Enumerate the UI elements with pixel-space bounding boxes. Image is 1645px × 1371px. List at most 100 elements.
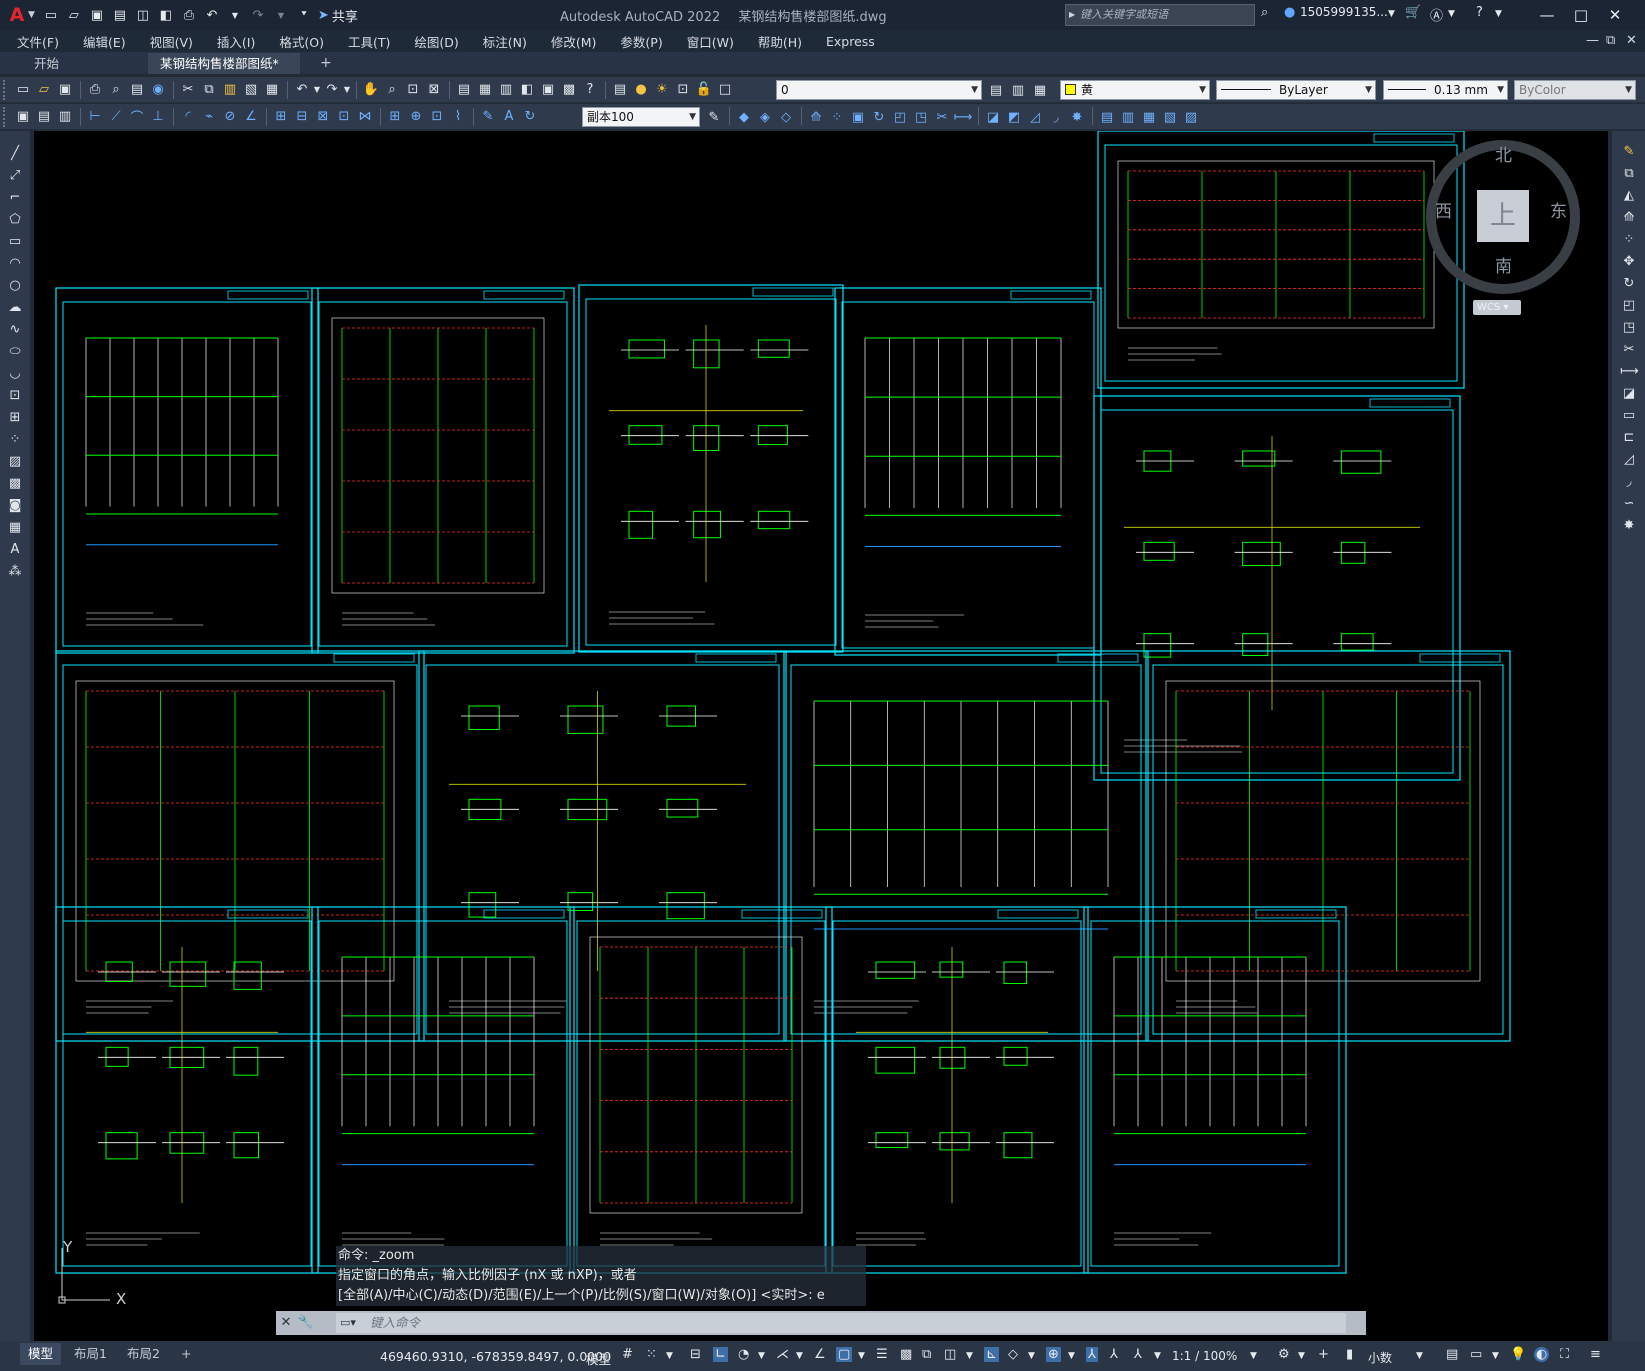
isolate-objects-icon[interactable]: 💡 bbox=[1510, 1347, 1526, 1362]
rectangle-icon[interactable]: ▭ bbox=[6, 233, 24, 251]
color-dropdown[interactable]: 黄 ▼ bbox=[1060, 80, 1210, 100]
object-snap-tracking-icon[interactable]: ∠ bbox=[814, 1347, 826, 1362]
layer-color-icon[interactable]: □ bbox=[715, 80, 735, 100]
ellipse-arc-icon[interactable]: ◡ bbox=[6, 365, 24, 383]
menu-view[interactable]: 视图(V) bbox=[150, 32, 193, 51]
search-icon[interactable]: ⌕ bbox=[1261, 5, 1268, 20]
snap-chevron-icon[interactable]: ▼ bbox=[666, 1351, 673, 1361]
lineweight-dropdown[interactable]: 0.13 mm ▼ bbox=[1383, 80, 1508, 100]
layer-states-icon[interactable]: ▦ bbox=[1030, 80, 1050, 100]
dimension-edit-icon[interactable]: ✎ bbox=[478, 107, 498, 127]
cart-icon[interactable]: 🛒 bbox=[1405, 5, 1421, 20]
wcs-menu[interactable]: WCS ▾ bbox=[1473, 300, 1521, 315]
fillet-icon[interactable]: ◞ bbox=[1046, 107, 1066, 127]
move-icon[interactable]: ✥ bbox=[1620, 253, 1638, 271]
selection-filter-icon[interactable]: ◇ bbox=[1008, 1347, 1018, 1362]
layer-properties-icon[interactable]: ▤ bbox=[610, 80, 630, 100]
object-snap-icon[interactable]: ▢ bbox=[836, 1347, 853, 1362]
undo-dropdown-icon[interactable]: ▼ bbox=[313, 80, 321, 100]
offset-icon[interactable]: ⟰ bbox=[1620, 209, 1638, 227]
menu-format[interactable]: 格式(O) bbox=[279, 32, 324, 51]
line-icon[interactable]: ╱ bbox=[6, 145, 24, 163]
hatch-icon[interactable]: ▨ bbox=[6, 453, 24, 471]
viewcube-south[interactable]: 南 bbox=[1495, 252, 1512, 277]
command-close-icon[interactable]: ✕ bbox=[276, 1313, 296, 1333]
move-icon[interactable]: ▣ bbox=[848, 107, 868, 127]
search-expand-icon[interactable]: ▶ bbox=[1069, 5, 1075, 25]
lock-ui-chevron-icon[interactable]: ▼ bbox=[1492, 1351, 1499, 1361]
mirror-icon[interactable]: ◇ bbox=[776, 107, 796, 127]
layer-on-icon[interactable]: ● bbox=[631, 80, 651, 100]
dimension-style-dropdown[interactable]: 副本100 ▼ bbox=[582, 107, 700, 127]
linear-dimension-icon[interactable]: ⊢ bbox=[85, 107, 105, 127]
mirror-icon[interactable]: ◭ bbox=[1620, 187, 1638, 205]
redo-dropdown-icon[interactable]: ▼ bbox=[343, 80, 351, 100]
undo-icon[interactable]: ↶ bbox=[292, 80, 312, 100]
customize-qat-icon[interactable]: ⯆ bbox=[294, 5, 314, 25]
redo-icon[interactable]: ↷ bbox=[322, 80, 342, 100]
search-input[interactable]: ▶ 键入关键字或短语 bbox=[1065, 4, 1255, 26]
plot-icon[interactable]: ⎙ bbox=[85, 80, 105, 100]
jogged-dimension-icon[interactable]: ⌁ bbox=[199, 107, 219, 127]
user-name[interactable]: 1505999135... bbox=[1300, 5, 1388, 19]
redo-icon[interactable]: ↷ bbox=[248, 5, 268, 25]
help-icon[interactable]: ? bbox=[580, 80, 600, 100]
scale-icon[interactable]: ◰ bbox=[890, 107, 910, 127]
open-icon[interactable]: ▱ bbox=[34, 80, 54, 100]
plot-preview-icon[interactable]: ⌕ bbox=[106, 80, 126, 100]
break-at-point-icon[interactable]: ◪ bbox=[1620, 385, 1638, 403]
zoom-window-icon[interactable]: ⊡ bbox=[403, 80, 423, 100]
fillet-icon[interactable]: ◞ bbox=[1620, 473, 1638, 491]
new-file-icon[interactable]: ▭ bbox=[41, 5, 61, 25]
paste-icon[interactable]: ▥ bbox=[220, 80, 240, 100]
cut-icon[interactable]: ✂ bbox=[178, 80, 198, 100]
help-chevron-icon[interactable]: ▼ bbox=[1495, 9, 1502, 19]
toolbar-grip[interactable] bbox=[3, 79, 9, 100]
doc-restore-icon[interactable]: ⧉ bbox=[1606, 33, 1615, 48]
grid-icon[interactable]: # bbox=[622, 1347, 633, 1362]
erase-icon[interactable]: ◆ bbox=[734, 107, 754, 127]
save-web-icon[interactable]: ◧ bbox=[156, 5, 176, 25]
tab-start[interactable]: 开始 bbox=[22, 53, 71, 74]
text-front-icon[interactable]: ▧ bbox=[1160, 107, 1180, 127]
filter-chevron-icon[interactable]: ▼ bbox=[1028, 1351, 1035, 1361]
array-icon[interactable]: ⁘ bbox=[827, 107, 847, 127]
save-icon[interactable]: ▣ bbox=[55, 80, 75, 100]
save-icon[interactable]: ▣ bbox=[87, 5, 107, 25]
snap-icon[interactable]: ⁙ bbox=[646, 1347, 657, 1362]
sheet-set-icon[interactable]: ◧ bbox=[517, 80, 537, 100]
auto-scale-icon[interactable]: ⅄ bbox=[1110, 1347, 1118, 1362]
offset-icon[interactable]: ⟰ bbox=[806, 107, 826, 127]
redo-dropdown-icon[interactable]: ▼ bbox=[271, 5, 291, 25]
lock-ui-icon[interactable]: ▭ bbox=[1470, 1347, 1482, 1362]
scale-chevron-icon[interactable]: ▼ bbox=[1250, 1351, 1257, 1361]
layer-previous-icon[interactable]: ▥ bbox=[1008, 80, 1028, 100]
menu-help[interactable]: 帮助(H) bbox=[758, 32, 802, 51]
menu-file[interactable]: 文件(F) bbox=[17, 32, 59, 51]
angular-dimension-icon[interactable]: ∠ bbox=[241, 107, 261, 127]
match-properties-icon[interactable]: ▧ bbox=[241, 80, 261, 100]
new-tab-button[interactable]: + bbox=[308, 53, 344, 74]
chamfer-icon[interactable]: ◿ bbox=[1620, 451, 1638, 469]
gizmo-chevron-icon[interactable]: ▼ bbox=[1068, 1351, 1075, 1361]
join-icon[interactable]: ◩ bbox=[1004, 107, 1024, 127]
inspection-icon[interactable]: ⊡ bbox=[427, 107, 447, 127]
viewcube-north[interactable]: 北 bbox=[1495, 141, 1512, 166]
explode-icon[interactable]: ✸ bbox=[1067, 107, 1087, 127]
customization-icon[interactable]: ≡ bbox=[1590, 1347, 1601, 1362]
menu-modify[interactable]: 修改(M) bbox=[551, 32, 597, 51]
draworder-icon[interactable]: ▤ bbox=[1097, 107, 1117, 127]
tolerance-icon[interactable]: ⊞ bbox=[385, 107, 405, 127]
annotation-monitor-icon[interactable]: + bbox=[1318, 1347, 1329, 1362]
model-space-toggle[interactable]: 模型 bbox=[586, 1349, 611, 1368]
selection-cycling-icon[interactable]: ⧉ bbox=[922, 1347, 931, 1362]
viewcube-east[interactable]: 东 bbox=[1550, 197, 1567, 222]
workspace-gear-icon[interactable]: ⚙ bbox=[1278, 1347, 1290, 1362]
coordinate-readout[interactable]: 469460.9310, -678359.8497, 0.0000 bbox=[380, 1349, 611, 1364]
3d-osnap-chevron-icon[interactable]: ▼ bbox=[966, 1351, 973, 1361]
open-file-icon[interactable]: ▱ bbox=[64, 5, 84, 25]
units-value[interactable]: 小数 bbox=[1368, 1349, 1392, 1366]
polyline-icon[interactable]: ⌐ bbox=[6, 189, 24, 207]
a360-chevron-icon[interactable]: ▼ bbox=[1448, 9, 1455, 19]
design-feed-icon[interactable]: ◉ bbox=[148, 80, 168, 100]
